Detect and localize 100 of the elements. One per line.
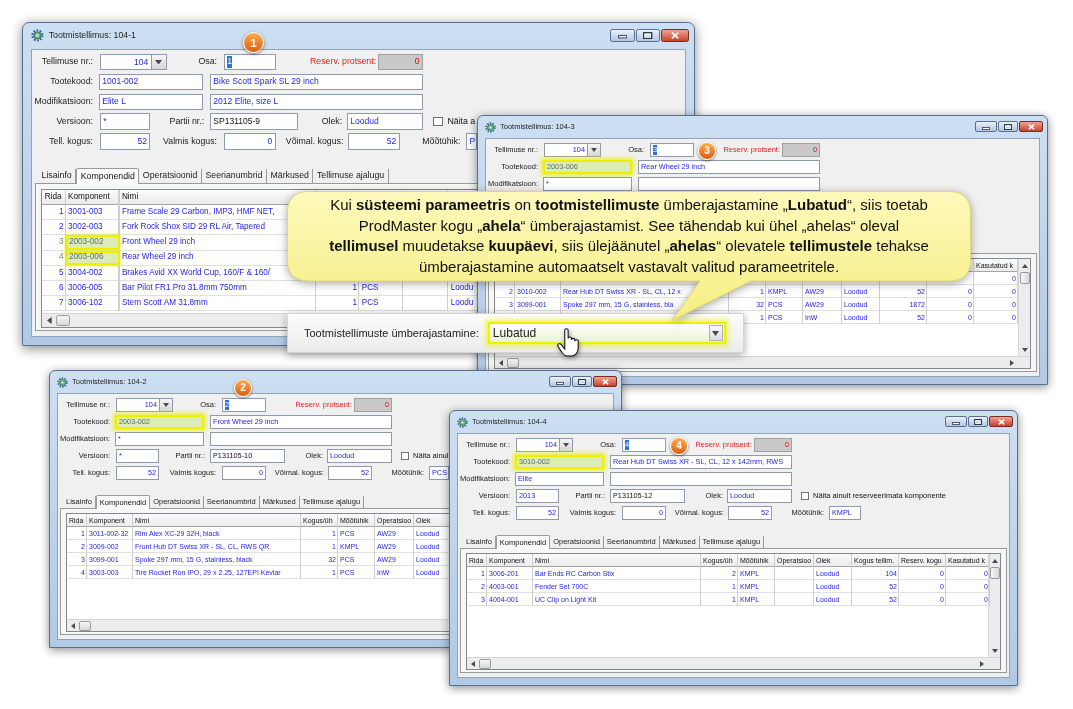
table-cell: 1 <box>352 297 358 309</box>
caret-up-icon <box>1021 263 1028 268</box>
table-cell: Rear Wheel 29 inch <box>121 252 194 263</box>
minimize-button[interactable] <box>549 376 571 387</box>
scrollbar-thumb[interactable] <box>989 567 1000 579</box>
close-icon <box>670 31 680 39</box>
ordered-quantity-field[interactable]: 52 <box>100 133 151 150</box>
field-label: Valmis kogus: <box>163 135 217 148</box>
gear-icon <box>31 29 45 43</box>
gear-icon <box>485 121 496 133</box>
rescheduling-dropdown[interactable]: Lubatud <box>487 322 726 344</box>
caret-down-icon <box>712 330 720 336</box>
column-header: Komponent <box>68 191 110 203</box>
column-header: Nimi <box>121 191 139 203</box>
batch-number-field[interactable]: SP131105-9 <box>210 113 298 130</box>
minimize-icon <box>617 35 628 39</box>
scrollbar-thumb[interactable] <box>479 658 491 669</box>
field-label: Tell. kogus: <box>49 135 93 148</box>
minimize-button[interactable] <box>975 121 997 132</box>
caret-right-icon <box>1010 359 1014 366</box>
field-label: Võimal. kogus: <box>285 135 344 148</box>
caret-down-icon <box>163 402 169 407</box>
caret-down-icon <box>1021 348 1028 352</box>
maximize-button[interactable] <box>998 121 1018 132</box>
finished-quantity-field[interactable]: 0 <box>224 133 276 150</box>
part-field[interactable]: 1 <box>224 53 276 71</box>
field-label: Olek: <box>321 115 343 128</box>
close-button[interactable] <box>989 416 1013 427</box>
field-label: Osa: <box>198 56 217 68</box>
caret-left-icon <box>499 359 503 366</box>
checkbox[interactable] <box>801 491 809 500</box>
maximize-button[interactable] <box>572 376 592 387</box>
vertical-scrollbar[interactable] <box>988 554 1000 657</box>
modification-name-field[interactable] <box>210 431 392 446</box>
order-number-combo[interactable]: 104 <box>100 53 167 71</box>
table-cell: PCS <box>361 282 379 294</box>
table-cell: 3001-003 <box>68 206 103 218</box>
table-cell: 3006-102 <box>68 297 103 309</box>
field-label: Modifikatsioon: <box>34 95 93 108</box>
callout-text: Kui süsteemi parameetris on tootmistellimuste ümberajastamine „Lubatud“, siis toetab ProdMaster kogu „ahela“ ümberajastamist. See tähendab kui ühel „ahelas“ oleval tellimusel muudetakse kuupäevi, siis ülejäänutel „ahelas“ olevatele tellimustele tehakse ümberajastamine automaatselt vastavalt valitud parameetritele. <box>328 195 930 277</box>
horizontal-scrollbar[interactable] <box>495 356 1030 368</box>
table-cell: 3006-005 <box>68 282 103 294</box>
modification-name-field[interactable] <box>638 176 820 191</box>
minimize-button[interactable] <box>609 28 636 42</box>
caret-left-icon <box>471 660 475 667</box>
scrollbar-thumb[interactable] <box>1019 272 1030 284</box>
horizontal-scrollbar[interactable] <box>467 657 1000 669</box>
table-cell: 1 <box>352 282 358 294</box>
table-cell: Brakes Avid XX World Cup, 160/F & 160/ <box>121 267 271 279</box>
checkbox[interactable] <box>433 116 443 127</box>
close-button[interactable] <box>1019 121 1043 132</box>
close-button[interactable] <box>661 28 690 42</box>
scrollbar-thumb[interactable] <box>56 314 71 327</box>
checkbox[interactable] <box>401 451 409 460</box>
table-cell: PCS <box>361 297 379 309</box>
table-cell: 3 <box>58 237 64 248</box>
hand-cursor-icon <box>557 328 579 357</box>
tab[interactable]: Komponendid <box>76 167 140 185</box>
unit-field[interactable]: P <box>466 133 477 150</box>
tab[interactable]: Märkused <box>266 169 314 183</box>
table-cell: 3004-002 <box>68 267 103 279</box>
minimize-button[interactable] <box>945 416 967 427</box>
field-label: Reserv. protsent: <box>310 56 377 68</box>
field-label: Mõõtühik: <box>422 135 461 148</box>
tab[interactable]: Tellimuse ajalugu <box>313 169 389 183</box>
gear-icon <box>457 416 468 428</box>
version-field[interactable]: * <box>100 113 151 130</box>
product-code-field[interactable]: 1001-002 <box>98 73 203 91</box>
scrollbar-thumb[interactable] <box>79 620 91 631</box>
close-button[interactable] <box>593 376 617 387</box>
table-cell: Bar Pilot FR1 Pro 31.8mm 750mm <box>121 282 247 294</box>
scrollbar-thumb[interactable] <box>507 357 519 368</box>
status-field[interactable]: Loodud <box>346 113 423 130</box>
caret-up-icon <box>991 558 998 563</box>
minimize-icon <box>952 421 960 425</box>
table-cell: 6 <box>58 282 64 294</box>
tab[interactable]: Seerianumbrid <box>201 169 267 183</box>
table-cell: 3002-003 <box>68 221 103 233</box>
column-header: Rida <box>44 191 62 203</box>
maximize-icon <box>1004 123 1012 130</box>
modification-name-field[interactable]: 2012 Elite, size L <box>210 93 423 110</box>
modification-field[interactable]: Elite L <box>98 93 203 110</box>
horizontal-scrollbar[interactable] <box>42 312 286 327</box>
minimize-icon <box>982 126 990 130</box>
caret-down-icon <box>591 147 597 152</box>
close-icon <box>997 418 1005 425</box>
modification-name-field[interactable] <box>610 471 792 486</box>
horizontal-scrollbar[interactable] <box>67 619 448 631</box>
maximize-button[interactable] <box>968 416 988 427</box>
table-cell: 7 <box>58 297 64 309</box>
vertical-scrollbar[interactable] <box>1018 259 1030 356</box>
field-label: Tellimuse nr.: <box>41 56 93 68</box>
available-quantity-field[interactable]: 52 <box>348 133 400 150</box>
maximize-icon <box>578 378 586 385</box>
maximize-button[interactable] <box>636 28 660 42</box>
table-cell: 2003-002 <box>65 235 120 250</box>
caret-left-icon <box>71 622 75 629</box>
product-name-field[interactable]: Bike Scott Spark SL 29 inch <box>210 73 423 91</box>
tab[interactable]: Operatsioonid <box>139 169 202 183</box>
caret-right-icon <box>980 660 984 667</box>
